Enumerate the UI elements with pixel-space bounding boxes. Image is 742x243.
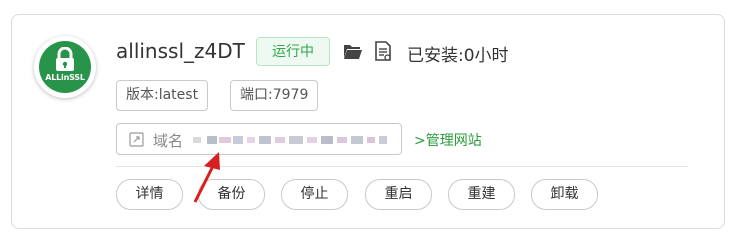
app-logo: ALLinSSL	[34, 36, 96, 98]
manage-site-link[interactable]: >管理网站	[414, 130, 482, 150]
allinssl-logo: ALLinSSL	[39, 41, 91, 93]
document-icon[interactable]	[374, 41, 392, 62]
status-badge: 运行中	[256, 37, 330, 66]
red-arrow-annotation	[193, 152, 220, 203]
uninstall-button[interactable]: 卸载	[531, 179, 598, 210]
logo-text: ALLinSSL	[45, 73, 85, 82]
domain-label: 域名	[153, 132, 184, 150]
lock-icon	[56, 47, 74, 71]
folder-icon[interactable]	[343, 43, 363, 60]
external-link-icon	[129, 132, 144, 147]
port-tag: 端口:7979	[230, 80, 319, 111]
app-name: allinssl_z4DT	[116, 39, 245, 63]
rebuild-button[interactable]: 重建	[448, 179, 515, 210]
version-tag: 版本:latest	[116, 80, 209, 111]
details-button[interactable]: 详情	[116, 179, 183, 210]
installed-time: 已安装:0小时	[407, 46, 509, 66]
stop-button[interactable]: 停止	[281, 179, 348, 210]
domain-value-redacted	[193, 136, 387, 144]
restart-button[interactable]: 重启	[365, 179, 432, 210]
domain-field[interactable]: 域名	[116, 123, 402, 155]
